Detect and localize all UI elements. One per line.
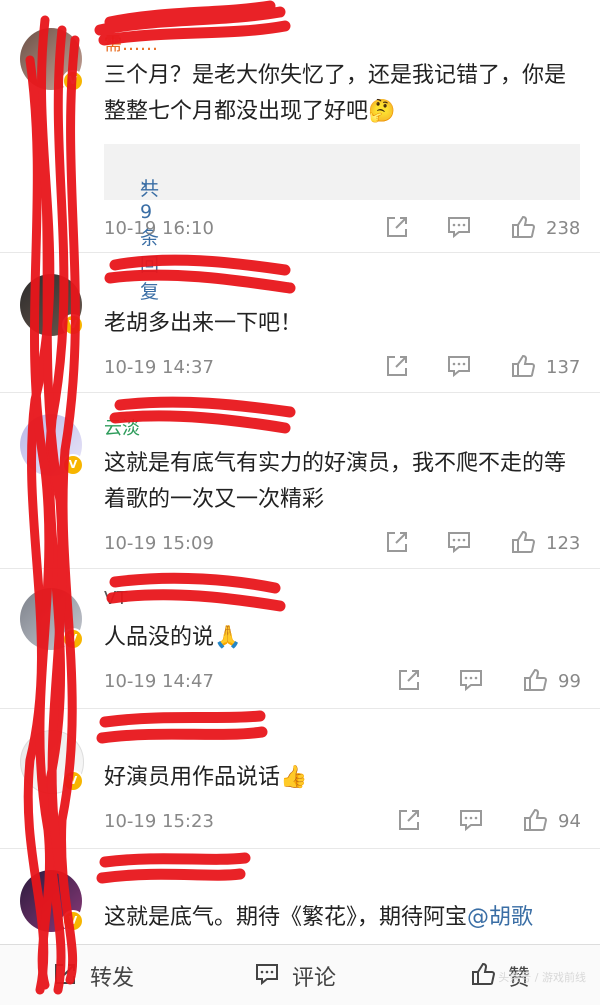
verified-badge-icon: V (62, 910, 84, 932)
watermark: 头条号 / 游戏前线 (498, 971, 586, 984)
like-icon[interactable] (510, 214, 536, 240)
comment-item: V 老胡多出来一下吧！ 10-19 14:37 137 (0, 252, 600, 393)
comment-body: 老胡多出来一下吧！ (104, 311, 303, 336)
repost-icon[interactable] (384, 529, 410, 555)
timestamp: 10-19 16:10 (104, 218, 214, 239)
like-count: 94 (558, 811, 581, 832)
like-count: 99 (558, 671, 581, 692)
verified-badge-icon: V (62, 628, 84, 650)
comment-icon (256, 964, 278, 986)
commenter-name[interactable]: VT (104, 588, 127, 609)
comment-item: V 这就是底气。期待《繁花》，期待阿宝@胡歌 (0, 848, 600, 945)
comment-text: 老胡多出来一下吧！ (104, 306, 578, 342)
comment-text: 好演员用作品说话👍 (104, 760, 578, 796)
comment-body: 三个月？是老大你失忆了，还是我记错了，你是整整七个月都没出现了好吧 (104, 63, 567, 124)
emoji-icon: 👍 (280, 765, 308, 790)
emoji-icon: 🙏 (214, 625, 242, 650)
comment-icon[interactable] (458, 667, 484, 693)
like-icon[interactable] (510, 529, 536, 555)
like-icon[interactable] (510, 353, 536, 379)
commenter-name[interactable]: 需…… (104, 30, 158, 56)
mention-link[interactable]: @胡歌 (467, 905, 533, 930)
comment-body: 这就是底气。期待《繁花》，期待阿宝 (104, 905, 468, 930)
comment-item: V 云淡 这就是有底气有实力的好演员，我不爬不走的等着歌的一次又一次精彩 10-… (0, 392, 600, 569)
repost-icon[interactable] (384, 214, 410, 240)
repost-icon[interactable] (396, 807, 422, 833)
comment-button[interactable]: 评论 (254, 945, 374, 1005)
repost-label: 转发 (90, 966, 135, 991)
chevron-right-icon: › (140, 174, 148, 196)
like-icon[interactable] (522, 667, 548, 693)
like-count: 137 (546, 357, 581, 378)
repost-icon[interactable] (396, 667, 422, 693)
comment-label: 评论 (292, 966, 337, 991)
emoji-icon: 🤔 (368, 99, 396, 124)
bottom-action-bar: 转发 评论 赞 头条号 / 游戏前线 (0, 944, 600, 1005)
comment-icon[interactable] (458, 807, 484, 833)
comment-text: 这就是底气。期待《繁花》，期待阿宝@胡歌 (104, 900, 578, 936)
comment-item: V 好演员用作品说话👍 10-19 15:23 94 (0, 708, 600, 849)
comment-icon[interactable] (446, 529, 472, 555)
like-count: 238 (546, 218, 581, 239)
view-replies-button[interactable]: 共9条回复 › (104, 144, 580, 303)
comment-text: 这就是有底气有实力的好演员，我不爬不走的等着歌的一次又一次精彩 (104, 446, 578, 518)
comment-text: 三个月？是老大你失忆了，还是我记错了，你是整整七个月都没出现了好吧🤔 (104, 58, 578, 130)
like-count: 123 (546, 533, 581, 554)
comment-body: 好演员用作品说话 (104, 765, 281, 790)
verified-badge-icon: V (62, 454, 84, 476)
comment-item: V VT 人品没的说🙏 10-19 14:47 99 (0, 568, 600, 709)
timestamp: 10-19 14:37 (104, 357, 214, 378)
commenter-name[interactable]: 云淡 (104, 414, 140, 440)
timestamp: 10-19 14:47 (104, 671, 214, 692)
comment-body: 这就是有底气有实力的好演员，我不爬不走的等着歌的一次又一次精彩 (104, 451, 567, 512)
verified-badge-icon: V (62, 70, 84, 92)
verified-badge-icon: V (62, 770, 84, 792)
like-icon[interactable] (522, 807, 548, 833)
comment-item: V 需…… 三个月？是老大你失忆了，还是我记错了，你是整整七个月都没出现了好吧🤔… (0, 0, 600, 303)
repost-icon (55, 964, 75, 984)
comment-meta: 10-19 14:47 99 (104, 664, 581, 698)
timestamp: 10-19 15:23 (104, 811, 214, 832)
verified-badge-icon: V (62, 314, 84, 336)
comment-icon[interactable] (446, 353, 472, 379)
repost-icon[interactable] (384, 353, 410, 379)
comment-meta: 10-19 16:10 238 (104, 211, 581, 245)
comment-meta: 10-19 14:37 137 (104, 350, 581, 384)
comment-body: 人品没的说 (104, 625, 215, 650)
repost-button[interactable]: 转发 (52, 945, 172, 1005)
comment-text: 人品没的说🙏 (104, 620, 578, 656)
timestamp: 10-19 15:09 (104, 533, 214, 554)
like-icon (472, 962, 496, 985)
comment-meta: 10-19 15:09 123 (104, 526, 581, 560)
comment-meta: 10-19 15:23 94 (104, 804, 581, 838)
comment-icon[interactable] (446, 214, 472, 240)
